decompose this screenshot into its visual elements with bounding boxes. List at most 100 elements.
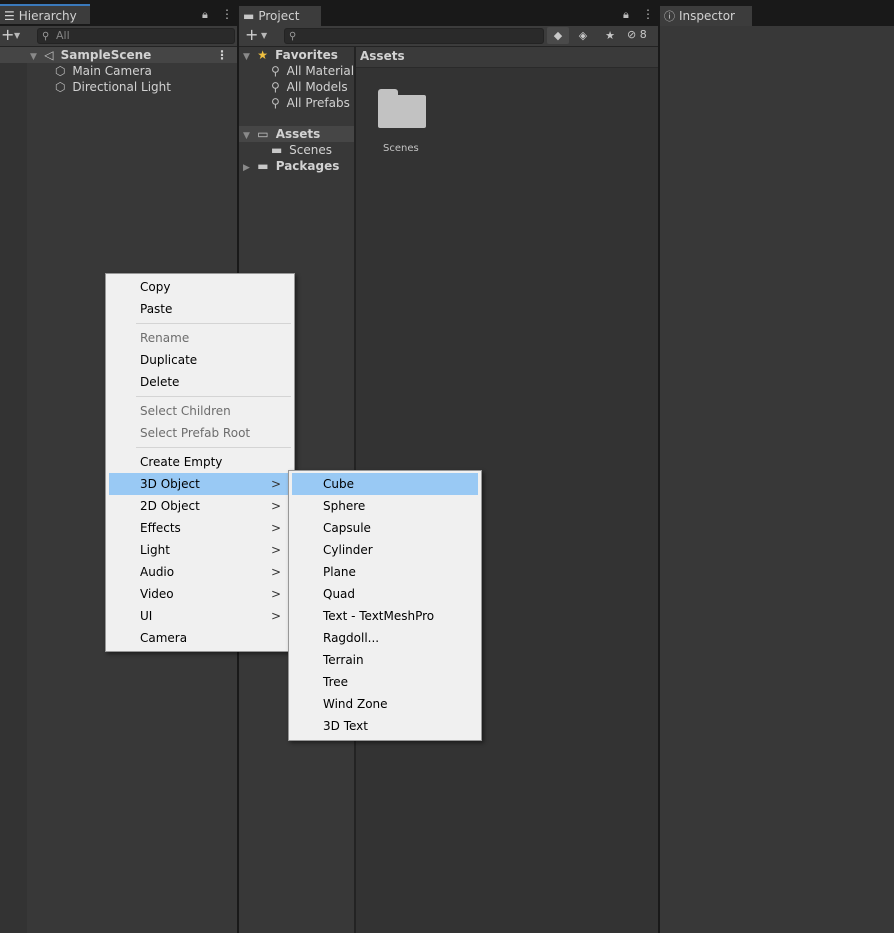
eye-slash-icon: ⊘ [627,28,637,41]
submenu-item-ragdoll[interactable]: Ragdoll... [292,627,478,649]
add-icon[interactable]: + [1,27,14,43]
submenu-item-label: Wind Zone [323,697,388,711]
submenu-item-3d-text[interactable]: 3D Text [292,715,478,737]
tab-project[interactable]: ▬ Project [239,6,321,26]
hidden-packages-toggle[interactable]: ⊘ 8 [627,28,647,41]
menu-separator [136,396,291,397]
hierarchy-tab-label: Hierarchy [18,9,77,23]
menu-item-label: 3D Object [140,477,200,491]
submenu-item-tree[interactable]: Tree [292,671,478,693]
add-icon[interactable]: + [245,27,258,43]
hierarchy-toolbar: + ▼ ⚲ All [0,26,237,47]
hierarchy-item-label: Main Camera [72,64,152,78]
filter-by-type-icon[interactable]: ◆ [547,27,569,44]
menu-item-select-children: Select Children [109,400,291,422]
submenu-item-label: Text - TextMeshPro [323,609,435,623]
packages-folder-label: Packages [275,159,340,173]
favorite-item[interactable]: ⚲ All Prefabs [271,95,350,111]
submenu-item-cube[interactable]: Cube [292,473,478,495]
menu-item-effects[interactable]: Effects > [109,517,291,539]
project-tab-label: Project [258,9,300,23]
unity-scene-icon: ◁ [44,48,54,62]
search-placeholder: All [56,29,70,42]
hierarchy-search-input[interactable]: ⚲ All [37,28,235,44]
submenu-item-wind-zone[interactable]: Wind Zone [292,693,478,715]
collapsed-triangle-icon[interactable]: ▶ [243,160,253,176]
scene-row[interactable]: ▼ ◁ SampleScene ⋮ [0,47,237,63]
menu-item-video[interactable]: Video > [109,583,291,605]
breadcrumb[interactable]: Assets [360,49,405,63]
menu-item-label: Duplicate [140,353,198,367]
filter-by-label-icon[interactable]: ◈ [572,27,594,44]
favorite-star-icon[interactable]: ★ [599,27,621,44]
favorites-header[interactable]: ▼ ★ Favorites [239,47,354,63]
submenu-item-label: Cylinder [323,543,373,557]
chevron-right-icon: > [270,521,281,535]
submenu-item-terrain[interactable]: Terrain [292,649,478,671]
menu-item-audio[interactable]: Audio > [109,561,291,583]
scene-kebab-icon[interactable]: ⋮ [216,47,228,63]
menu-item-label: Copy [140,280,171,294]
hierarchy-item[interactable]: ⬡ Directional Light [55,79,171,95]
menu-item-ui[interactable]: UI > [109,605,291,627]
expand-triangle-icon[interactable]: ▼ [243,128,253,144]
gameobject-cube-icon: ⬡ [55,80,66,94]
hierarchy-item[interactable]: ⬡ Main Camera [55,63,152,79]
assets-folder[interactable]: ▼ ▭ Assets [239,126,354,142]
menu-item-3d-object[interactable]: 3D Object > [109,473,291,495]
chevron-down-icon[interactable]: ▼ [14,31,20,40]
packages-folder[interactable]: ▶ ▬ Packages [239,158,354,174]
submenu-item-sphere[interactable]: Sphere [292,495,478,517]
menu-item-label: 2D Object [140,499,200,513]
chevron-down-icon[interactable]: ▼ [261,31,267,40]
submenu-item-plane[interactable]: Plane [292,561,478,583]
submenu-item-capsule[interactable]: Capsule [292,517,478,539]
submenu-item-label: 3D Text [323,719,368,733]
tab-hierarchy[interactable]: ☰ Hierarchy [0,4,90,24]
project-search-input[interactable]: ⚲ [284,28,544,44]
grid-item-folder[interactable]: Scenes [374,87,428,157]
breadcrumb-bar: Assets [356,47,658,68]
expand-triangle-icon[interactable]: ▼ [30,49,40,65]
expand-triangle-icon[interactable]: ▼ [243,49,253,65]
scenes-folder[interactable]: ▬ Scenes [271,142,332,158]
favorite-item[interactable]: ⚲ All Materials [271,63,360,79]
menu-item-label: Effects [140,521,181,535]
menu-item-paste[interactable]: Paste [109,298,291,320]
context-menu: Copy Paste Rename Duplicate Delete Selec… [105,273,295,652]
folder-icon: ▬ [243,9,255,23]
chevron-right-icon: > [270,543,281,557]
menu-item-label: Create Empty [140,455,223,469]
submenu-item-quad[interactable]: Quad [292,583,478,605]
favorite-item[interactable]: ⚲ All Models [271,79,348,95]
submenu-item-label: Ragdoll... [323,631,380,645]
menu-separator [136,323,291,324]
menu-item-label: Delete [140,375,180,389]
menu-item-delete[interactable]: Delete [109,371,291,393]
submenu-item-text-textmeshpro[interactable]: Text - TextMeshPro [292,605,478,627]
tab-inspector[interactable]: ⓘ Inspector [660,6,752,26]
scene-name: SampleScene [60,48,152,62]
menu-item-copy[interactable]: Copy [109,276,291,298]
menu-item-duplicate[interactable]: Duplicate [109,349,291,371]
inspector-body [660,26,894,933]
menu-item-light[interactable]: Light > [109,539,291,561]
search-icon: ⚲ [42,31,50,42]
chevron-right-icon: > [270,499,281,513]
lock-icon[interactable]: 🔒︎ [623,8,629,22]
inspector-tab-label: Inspector [679,9,735,23]
hierarchy-gutter [0,47,27,933]
menu-item-camera[interactable]: Camera [109,627,291,649]
gameobject-cube-icon: ⬡ [55,64,66,78]
menu-item-2d-object[interactable]: 2D Object > [109,495,291,517]
submenu-item-cylinder[interactable]: Cylinder [292,539,478,561]
folder-icon: ▬ [271,143,283,157]
kebab-menu-icon[interactable]: ⋮ [221,7,233,21]
hidden-count: 8 [639,28,647,41]
lock-icon[interactable]: 🔒︎ [202,8,208,22]
search-icon: ⚲ [289,31,297,42]
inspector-panel: ⓘ Inspector [660,6,894,933]
menu-item-create-empty[interactable]: Create Empty [109,451,291,473]
kebab-menu-icon[interactable]: ⋮ [642,7,654,21]
search-icon: ⚲ [271,96,280,110]
